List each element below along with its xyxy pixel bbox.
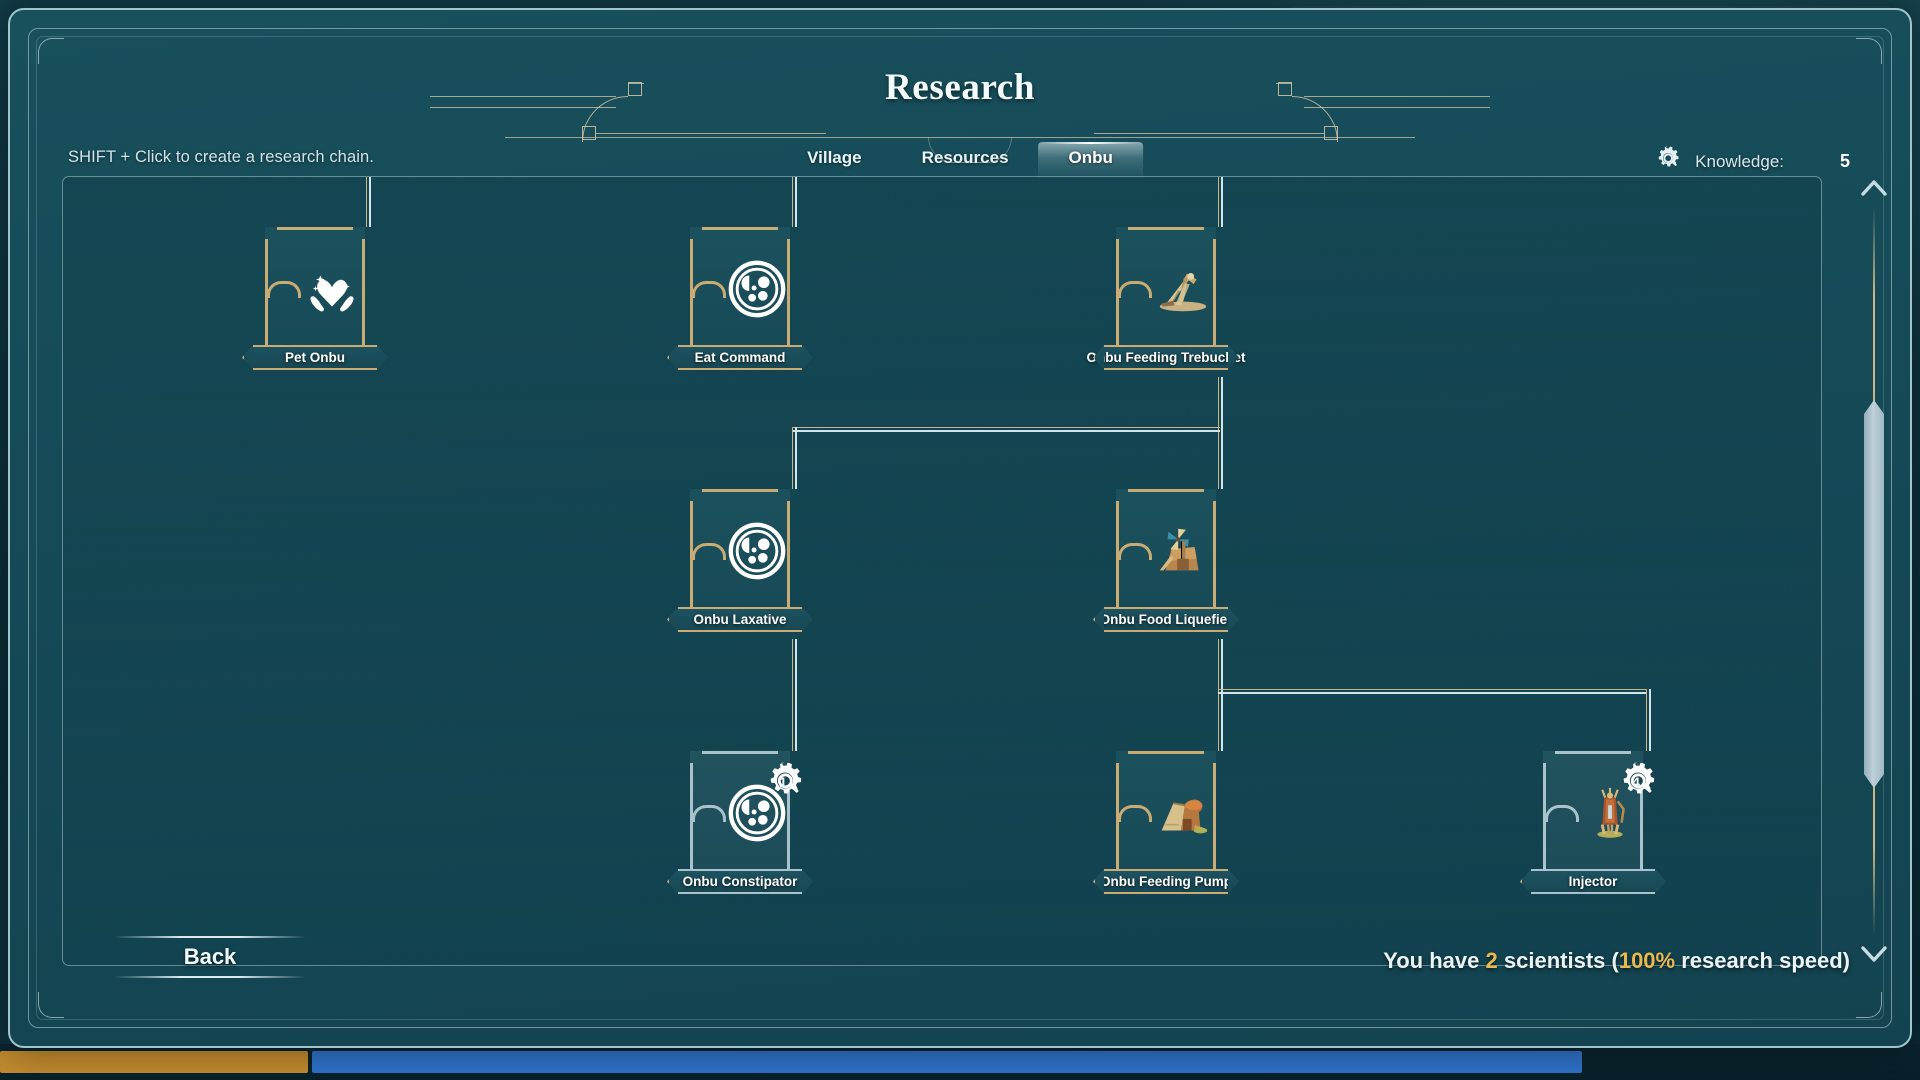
tab-village[interactable]: Village (777, 142, 892, 178)
onbu-dots-icon (726, 258, 788, 320)
back-button-rule-top (114, 936, 306, 938)
research-cost-badge: 1 (762, 759, 808, 805)
knowledge-value: 5 (1839, 151, 1850, 171)
node-frame[interactable] (690, 489, 790, 613)
onbu-dots-icon (726, 520, 788, 582)
connector-liquefier-down (1218, 639, 1223, 751)
back-button[interactable]: Back (100, 930, 320, 984)
connector-stub-trebuchet (1218, 177, 1223, 227)
title-underline-left (505, 137, 960, 138)
connector-liquefier-to-injector-horizontal (1218, 689, 1646, 694)
node-label[interactable]: Onbu Feeding Pump (1100, 869, 1232, 894)
node-frame[interactable] (690, 227, 790, 351)
connector-trebuchet-to-laxative-horizontal (792, 427, 1220, 432)
scientist-count: 2 (1485, 948, 1498, 973)
connector-stub-eat-command (792, 177, 797, 227)
research-node-injector[interactable]: 4 Injector (1531, 751, 1655, 894)
cost-value: 1 (779, 774, 787, 790)
tree-scrollbar[interactable] (1854, 176, 1894, 966)
corner-ornament-bottom-right (1856, 992, 1882, 1018)
status-prefix: You have (1383, 948, 1480, 973)
chevron-up-icon[interactable] (1860, 176, 1888, 200)
research-node-eat-command[interactable]: Eat Command (678, 227, 802, 370)
title-underline-right (960, 137, 1415, 138)
connector-stub-pet-onbu (366, 177, 371, 227)
node-frame[interactable]: 4 (1543, 751, 1655, 875)
category-tabs: Village Resources Onbu (777, 142, 1143, 178)
node-frame[interactable] (1116, 751, 1216, 875)
knowledge-label: Knowledge: (1695, 151, 1784, 171)
research-node-pet-onbu[interactable]: Pet Onbu (253, 227, 377, 370)
back-button-label: Back (183, 944, 237, 969)
research-speed-value: 100% (1618, 948, 1676, 973)
heart-hands-icon (301, 258, 363, 320)
connector-trebuchet-down (1218, 377, 1223, 489)
scientist-status: You have 2 scientists (100% research spe… (1383, 948, 1850, 974)
node-label[interactable]: Onbu Constipator (678, 869, 802, 894)
research-node-onbu-laxative[interactable]: Onbu Laxative (678, 489, 802, 632)
tab-resources[interactable]: Resources (892, 142, 1039, 178)
back-button-rule-bottom (114, 976, 306, 978)
research-cost-badge: 4 (1615, 759, 1661, 805)
tab-onbu[interactable]: Onbu (1038, 142, 1143, 178)
corner-ornament-top-left (38, 38, 64, 64)
research-panel: Research SHIFT + Click to create a resea… (8, 8, 1912, 1048)
node-frame[interactable] (1116, 489, 1216, 613)
node-label[interactable]: Pet Onbu (253, 345, 377, 370)
game-taskbar (0, 1044, 1920, 1080)
status-suffix: research speed) (1681, 948, 1850, 973)
research-tree-viewport[interactable]: Pet Onbu Eat Command Onbu Feeding Trebuc… (62, 176, 1822, 966)
shift-click-hint: SHIFT + Click to create a research chain… (68, 148, 374, 166)
feeding-pump-icon (1152, 782, 1214, 844)
node-frame[interactable] (265, 227, 365, 351)
connector-to-laxative-down (792, 427, 797, 489)
corner-ornament-bottom-left (38, 992, 64, 1018)
gear-magnifier-icon (1653, 144, 1683, 179)
scrollbar-thumb[interactable] (1864, 400, 1884, 788)
windmill-icon (1152, 520, 1214, 582)
trebuchet-icon (1152, 258, 1214, 320)
node-label[interactable]: Onbu Food Liquefier (1100, 607, 1232, 632)
research-node-onbu-constipator[interactable]: 1 Onbu Constipator (678, 751, 802, 894)
research-node-onbu-feeding-pump[interactable]: Onbu Feeding Pump (1100, 751, 1232, 894)
node-label[interactable]: Onbu Feeding Trebuchet (1087, 345, 1246, 370)
connector-laxative-to-constipator (792, 639, 797, 751)
node-label[interactable]: Onbu Laxative (678, 607, 802, 632)
node-label[interactable]: Eat Command (678, 345, 802, 370)
cost-value: 4 (1632, 774, 1640, 790)
node-frame[interactable] (1116, 227, 1216, 351)
connector-to-injector-down (1646, 689, 1651, 751)
research-node-onbu-food-liquefier[interactable]: Onbu Food Liquefier (1100, 489, 1232, 632)
research-node-onbu-feeding-trebuchet[interactable]: Onbu Feeding Trebuchet (1087, 227, 1246, 370)
corner-ornament-top-right (1856, 38, 1882, 64)
chevron-down-icon[interactable] (1860, 942, 1888, 966)
node-label[interactable]: Injector (1531, 869, 1655, 894)
node-frame[interactable]: 1 (690, 751, 802, 875)
knowledge-indicator: Knowledge: 5 (1653, 144, 1850, 179)
research-tree-canvas: Pet Onbu Eat Command Onbu Feeding Trebuc… (63, 177, 1821, 965)
status-middle: scientists ( (1503, 948, 1619, 973)
page-title: Research (884, 67, 1036, 108)
